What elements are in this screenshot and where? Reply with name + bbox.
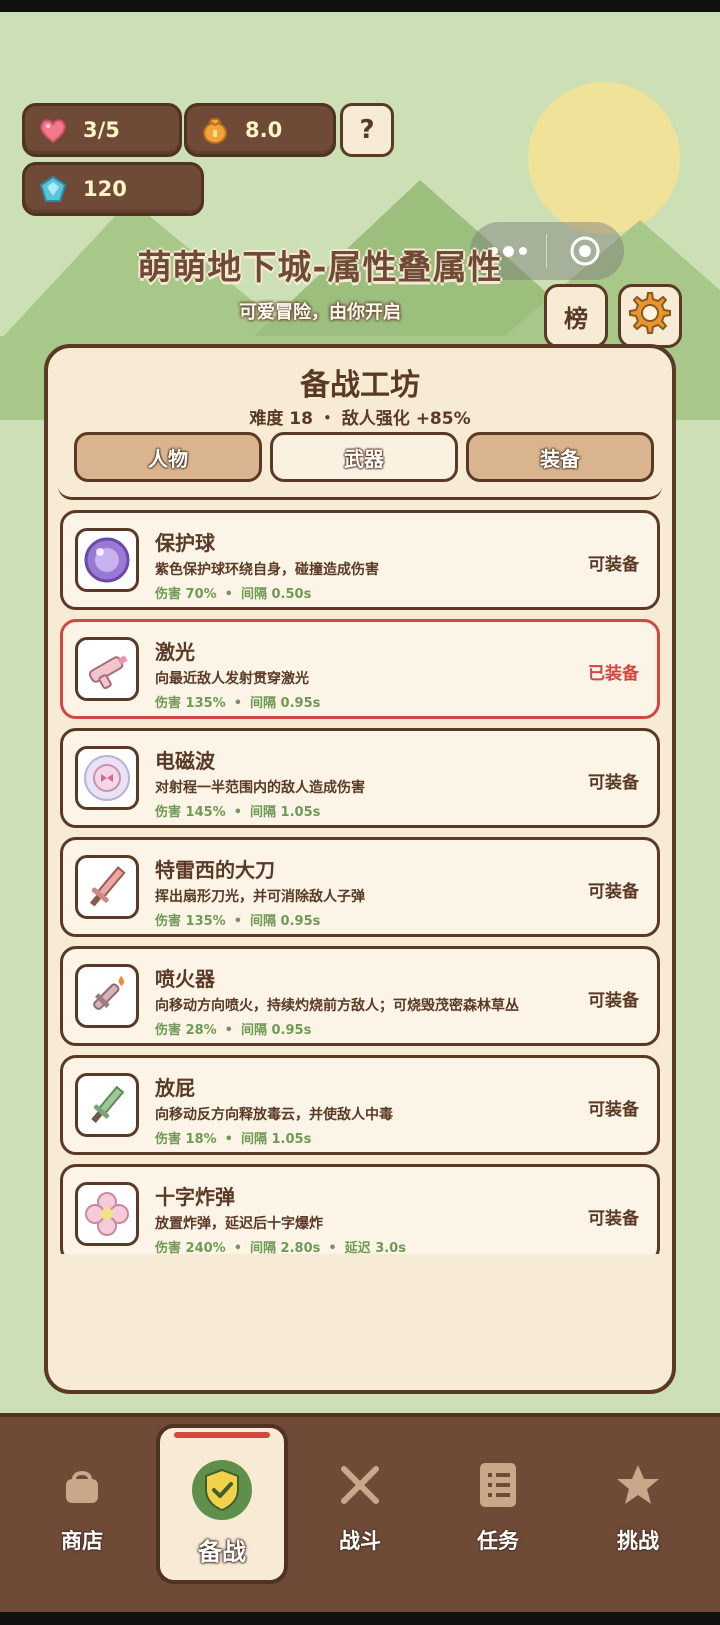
equip-status[interactable]: 可装备 [588,986,639,1011]
weapon-name: 特雷西的大刀 [155,858,275,882]
prep-workshop-panel: 备战工坊 难度 18 ・ 敌人强化 +85% 人物 武器 装备 保护球 紫色保护… [44,344,676,1394]
bottom-nav: 商店 战斗 任务 挑战 [0,1413,720,1613]
gear-icon [628,291,672,341]
gems-counter: 120 [22,162,204,216]
big-sword-icon [75,855,139,919]
coins-value: 8.0 [245,118,283,142]
weapon-stats: 伤害 145% • 间隔 1.05s [155,805,321,820]
weapon-stats: 伤害 135% • 间隔 0.95s [155,696,321,711]
tab-characters[interactable]: 人物 [74,432,262,482]
weapon-name: 放屁 [155,1076,195,1100]
weapon-item[interactable]: 特雷西的大刀 挥出扇形刀光，并可消除敌人子弹 伤害 135% • 间隔 0.95s … [60,837,660,937]
weapon-stats: 伤害 28% • 间隔 0.95s [155,1023,312,1038]
equip-status[interactable]: 可装备 [588,768,639,793]
active-indicator [174,1432,270,1438]
nav-label: 挑战 [617,1529,659,1553]
cross-bomb-icon [75,1182,139,1246]
status-bar [0,0,720,12]
equip-status[interactable]: 可装备 [588,1095,639,1120]
weapon-item[interactable]: 保护球 紫色保护球环绕自身，碰撞造成伤害 伤害 70% • 间隔 0.50s 可装备 [60,510,660,610]
equip-status[interactable]: 已装备 [588,659,639,684]
nav-label: 任务 [477,1529,519,1553]
weapon-stats: 伤害 135% • 间隔 0.95s [155,914,321,929]
nav-battle[interactable]: 战斗 [290,1417,430,1617]
weapon-stats: 伤害 70% • 间隔 0.50s [155,587,312,602]
crossed-swords-icon [332,1457,388,1513]
equip-status[interactable]: 可装备 [588,877,639,902]
leaderboard-button[interactable]: 榜 [544,284,608,348]
weapon-desc: 紫色保护球环绕自身，碰撞造成伤害 [155,562,379,578]
close-target-icon[interactable] [547,222,623,280]
equip-status[interactable]: 可装备 [588,550,639,575]
bag-icon [54,1457,110,1513]
nav-challenge[interactable]: 挑战 [568,1417,708,1617]
weapon-name: 喷火器 [155,967,215,991]
diamond-icon [37,173,69,205]
weapon-name: 保护球 [155,531,215,555]
lives-counter: 3/5 [22,103,182,157]
weapon-stats: 伤害 240% • 间隔 2.80s • 延迟 3.0s [155,1241,406,1254]
heart-icon [37,114,69,146]
purple-orb-icon [75,528,139,592]
task-list-icon [470,1457,526,1513]
shield-check-icon [190,1458,254,1522]
tab-weapons[interactable]: 武器 [270,432,458,482]
game-title: 萌萌地下城-属性叠属性 [137,248,503,288]
nav-label: 备战 [198,1538,246,1566]
equip-status[interactable]: 可装备 [588,1204,639,1229]
star-icon [610,1457,666,1513]
settings-button[interactable] [618,284,682,348]
weapon-name: 电磁波 [155,749,215,773]
gems-value: 120 [83,177,127,201]
weapon-name: 十字炸弹 [155,1185,235,1209]
nav-tasks[interactable]: 任务 [428,1417,568,1617]
weapon-list[interactable]: 保护球 紫色保护球环绕自身，碰撞造成伤害 伤害 70% • 间隔 0.50s 可装备… [58,484,662,1254]
lives-value: 3/5 [83,118,120,142]
coin-bag-icon [199,114,231,146]
weapon-desc: 向移动反方向释放毒云，并使敌人中毒 [155,1107,393,1123]
nav-shop[interactable]: 商店 [12,1417,152,1617]
home-indicator-area [0,1612,720,1625]
weapon-desc: 向移动方向喷火，持续灼烧前方敌人；可烧毁茂密森林草丛 [155,998,519,1014]
panel-title: 备战工坊 [300,368,420,403]
poison-cloud-icon [75,1073,139,1137]
nav-prep[interactable]: 备战 [156,1424,288,1584]
weapon-desc: 对射程一半范围内的敌人造成伤害 [155,780,365,796]
weapon-item[interactable]: 激光 向最近敌人发射贯穿激光 伤害 135% • 间隔 0.95s 已装备 [60,619,660,719]
flamethrower-icon [75,964,139,1028]
nav-label: 战斗 [339,1529,381,1553]
weapon-stats: 伤害 18% • 间隔 1.05s [155,1132,312,1147]
tab-equipment[interactable]: 装备 [466,432,654,482]
coins-counter: 8.0 [184,103,336,157]
weapon-desc: 挥出扇形刀光，并可消除敌人子弹 [155,889,365,905]
difficulty-info: 难度 18 ・ 敌人强化 +85% [249,409,471,429]
weapon-desc: 向最近敌人发射贯穿激光 [155,671,309,687]
emp-wave-icon [75,746,139,810]
weapon-item[interactable]: 十字炸弹 放置炸弹，延迟后十字爆炸 伤害 240% • 间隔 2.80s • 延迟 3.… [60,1164,660,1254]
weapon-item[interactable]: 喷火器 向移动方向喷火，持续灼烧前方敌人；可烧毁茂密森林草丛 伤害 28% • 间隔… [60,946,660,1046]
weapon-desc: 放置炸弹，延迟后十字爆炸 [155,1216,323,1232]
game-subtitle: 可爱冒险，由你开启 [239,302,401,323]
weapon-item[interactable]: 放屁 向移动反方向释放毒云，并使敌人中毒 伤害 18% • 间隔 1.05s 可装备 [60,1055,660,1155]
laser-gun-icon [75,637,139,701]
help-button[interactable]: ? [340,103,394,157]
weapon-item[interactable]: 电磁波 对射程一半范围内的敌人造成伤害 伤害 145% • 间隔 1.05s 可装备 [60,728,660,828]
weapon-name: 激光 [155,640,195,664]
nav-label: 商店 [61,1529,103,1553]
